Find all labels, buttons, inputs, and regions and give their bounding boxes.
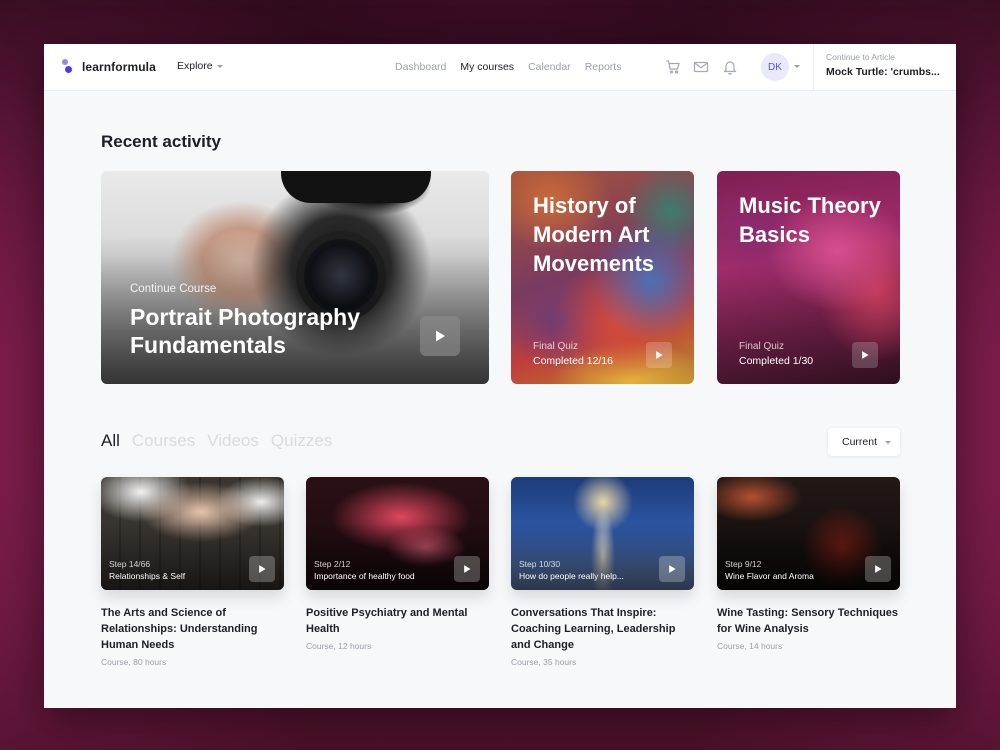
course-card[interactable]: Step 14/66 Relationships & Self The Arts…	[101, 477, 284, 667]
course-step: Step 2/12	[314, 559, 351, 569]
play-icon	[436, 330, 445, 342]
recent-card-title: Music Theory Basics	[739, 193, 881, 247]
featured-title: Portrait Photography Fundamentals	[130, 304, 361, 358]
course-thumbnail[interactable]: Step 2/12 Importance of healthy food	[306, 477, 489, 590]
play-icon	[862, 351, 869, 359]
logo[interactable]: learnformula	[60, 58, 156, 76]
course-lesson: How do people really help...	[519, 571, 624, 581]
recent-card-art[interactable]: History of Modern Art Movements Final Qu…	[511, 171, 694, 384]
course-lesson: Importance of healthy food	[314, 571, 415, 581]
top-bar: learnformula Explore Dashboard My course…	[44, 44, 956, 90]
play-button[interactable]	[249, 556, 275, 582]
play-icon	[669, 565, 676, 573]
mail-icon[interactable]	[693, 59, 709, 75]
course-meta: Course, 35 hours	[511, 657, 577, 667]
course-lesson: Wine Flavor and Aroma	[725, 571, 814, 581]
nav-dashboard[interactable]: Dashboard	[395, 61, 446, 73]
recent-card-music[interactable]: Music Theory Basics Final Quiz Completed…	[717, 171, 900, 384]
course-meta: Course, 14 hours	[717, 641, 783, 651]
chevron-down-icon[interactable]	[794, 65, 800, 68]
play-icon	[875, 565, 882, 573]
course-step: Step 14/66	[109, 559, 151, 569]
continue-article[interactable]: Continue to Article Mock Turtle: 'crumbs…	[813, 44, 956, 90]
play-button[interactable]	[852, 342, 878, 368]
course-step: Step 9/12	[725, 559, 762, 569]
sort-label: Current	[842, 436, 878, 448]
tab-videos[interactable]: Videos	[207, 431, 259, 451]
play-button[interactable]	[659, 556, 685, 582]
chevron-down-icon	[885, 440, 892, 444]
main-nav: Dashboard My courses Calendar Reports	[395, 61, 621, 73]
app-window: learnformula Explore Dashboard My course…	[44, 44, 956, 708]
play-icon	[464, 565, 471, 573]
play-icon	[259, 565, 266, 573]
play-icon	[656, 351, 663, 359]
avatar[interactable]: DK	[761, 53, 789, 81]
course-thumbnail[interactable]: Step 10/30 How do people really help...	[511, 477, 694, 590]
nav-my-courses[interactable]: My courses	[460, 61, 514, 73]
recent-card-type: Final Quiz	[739, 341, 785, 352]
course-title[interactable]: Positive Psychiatry and Mental Health	[306, 605, 489, 637]
course-card[interactable]: Step 2/12 Importance of healthy food Pos…	[306, 477, 489, 651]
course-thumbnail[interactable]: Step 14/66 Relationships & Self	[101, 477, 284, 590]
course-title[interactable]: The Arts and Science of Relationships: U…	[101, 605, 284, 653]
brand-name: learnformula	[82, 60, 156, 74]
logo-icon	[60, 58, 76, 76]
course-step: Step 10/30	[519, 559, 561, 569]
play-button[interactable]	[865, 556, 891, 582]
course-title[interactable]: Conversations That Inspire: Coaching Lea…	[511, 605, 694, 653]
play-button[interactable]	[420, 316, 460, 356]
nav-calendar[interactable]: Calendar	[528, 61, 571, 73]
recent-card-progress: Completed 12/16	[533, 355, 613, 367]
section-title-recent: Recent activity	[101, 132, 221, 151]
explore-label: Explore	[177, 60, 213, 72]
course-card[interactable]: Step 10/30 How do people really help... …	[511, 477, 694, 667]
explore-menu[interactable]: Explore	[177, 60, 223, 72]
tab-quizzes[interactable]: Quizzes	[271, 431, 332, 451]
nav-reports[interactable]: Reports	[585, 61, 622, 73]
bell-icon[interactable]	[722, 59, 738, 75]
recent-card-type: Final Quiz	[533, 341, 579, 352]
continue-label: Continue to Article	[826, 52, 895, 62]
course-meta: Course, 12 hours	[306, 641, 372, 651]
recent-card-title: History of Modern Art Movements	[533, 193, 655, 276]
continue-title: Mock Turtle: 'crumbs...	[826, 66, 940, 78]
play-button[interactable]	[454, 556, 480, 582]
featured-label: Continue Course	[130, 283, 217, 295]
course-card[interactable]: Step 9/12 Wine Flavor and Aroma Wine Tas…	[717, 477, 900, 651]
featured-course-card[interactable]: Continue Course Portrait Photography Fun…	[101, 171, 489, 384]
cart-icon[interactable]	[665, 59, 681, 75]
sort-dropdown[interactable]: Current	[828, 428, 900, 456]
course-title[interactable]: Wine Tasting: Sensory Techniques for Win…	[717, 605, 900, 637]
course-lesson: Relationships & Self	[109, 571, 186, 581]
recent-card-progress: Completed 1/30	[739, 355, 814, 367]
tab-courses[interactable]: Courses	[132, 431, 195, 451]
course-thumbnail[interactable]: Step 9/12 Wine Flavor and Aroma	[717, 477, 900, 590]
filter-tabs: All Courses Videos Quizzes	[101, 431, 332, 451]
play-button[interactable]	[646, 342, 672, 368]
course-meta: Course, 80 hours	[101, 657, 167, 667]
chevron-down-icon	[216, 64, 223, 68]
tab-all[interactable]: All	[101, 431, 120, 451]
